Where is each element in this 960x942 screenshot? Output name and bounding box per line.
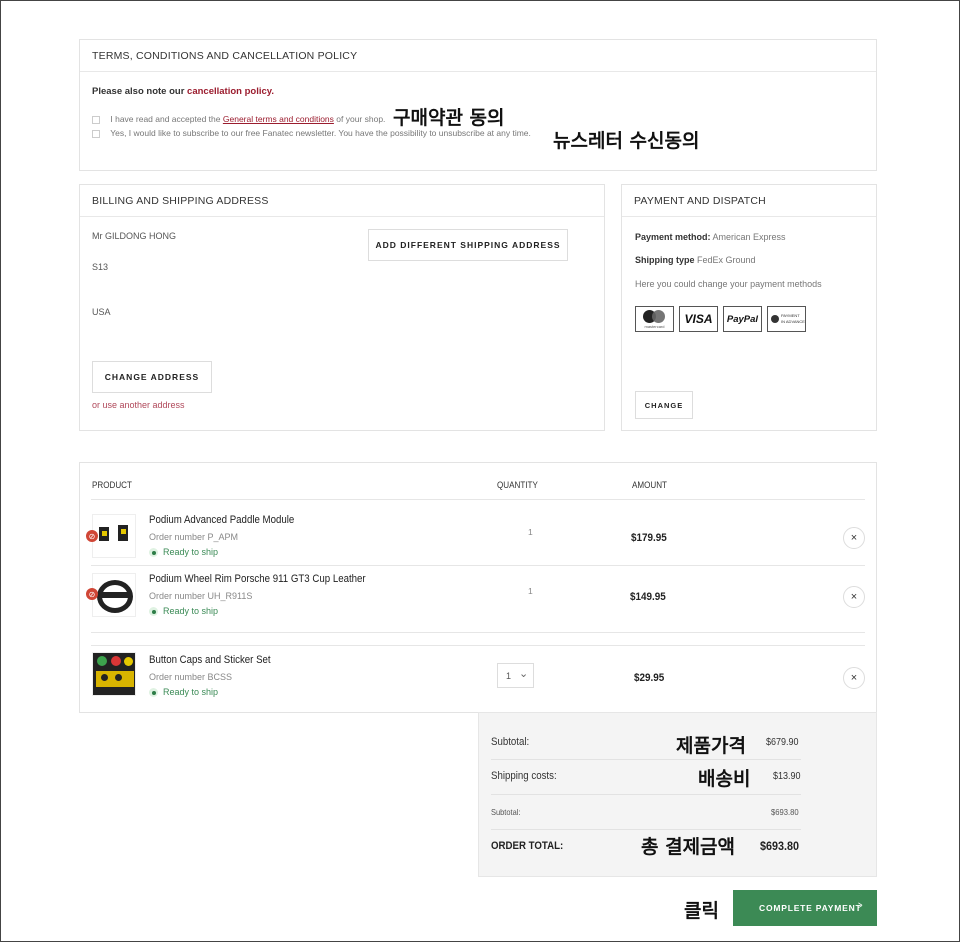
product-order-number: Order number BCSS bbox=[149, 672, 233, 682]
row-divider bbox=[91, 645, 865, 646]
ready-status-icon bbox=[149, 548, 158, 558]
product-thumbnail-wheel[interactable] bbox=[92, 573, 136, 617]
subtotal2-value: $693.80 bbox=[771, 807, 799, 817]
quantity-select-value: 1 bbox=[506, 671, 512, 681]
remove-item-button[interactable]: × bbox=[843, 586, 865, 608]
order-total-label: ORDER TOTAL: bbox=[491, 840, 564, 852]
billing-country: USA bbox=[92, 307, 111, 317]
complete-payment-label: COMPLETE PAYMENT bbox=[759, 903, 862, 913]
product-status: Ready to ship bbox=[149, 606, 219, 617]
advance-logo-line1: PAYMENT bbox=[781, 313, 800, 318]
col-quantity-header: QUANTITY bbox=[497, 480, 538, 491]
row-divider bbox=[91, 565, 865, 566]
product-amount: $149.95 bbox=[630, 591, 666, 603]
product-order-number: Order number P_APM bbox=[149, 532, 239, 542]
product-order-number: Order number UH_R911S bbox=[149, 591, 253, 601]
annotation-click: 클릭 bbox=[684, 900, 719, 922]
billing-panel: BILLING AND SHIPPING ADDRESS Mr GILDONG … bbox=[79, 184, 605, 431]
order-total-value: $693.80 bbox=[760, 839, 800, 853]
product-name[interactable]: Podium Wheel Rim Porsche 911 GT3 Cup Lea… bbox=[149, 573, 366, 585]
terms-note: Please also note our bbox=[92, 86, 185, 97]
summary-divider bbox=[491, 794, 801, 795]
product-name[interactable]: Button Caps and Sticker Set bbox=[149, 654, 271, 666]
mastercard-logo: mastercard bbox=[635, 306, 674, 332]
terms-checkbox[interactable] bbox=[92, 115, 100, 124]
product-quantity: 1 bbox=[528, 586, 533, 596]
annotation-product-price: 제품가격 bbox=[676, 735, 746, 757]
ready-status-icon bbox=[149, 688, 158, 698]
shipping-type-value: FedEx Ground bbox=[697, 255, 756, 265]
product-status: Ready to ship bbox=[149, 687, 219, 698]
product-thumbnail-paddle[interactable] bbox=[92, 514, 136, 558]
remove-item-button[interactable]: × bbox=[843, 667, 865, 689]
product-status-text: Ready to ship bbox=[163, 687, 219, 697]
product-status-text: Ready to ship bbox=[163, 547, 219, 557]
payment-hint: Here you could change your payment metho… bbox=[635, 279, 822, 289]
cancellation-policy-link[interactable]: cancellation policy. bbox=[187, 86, 274, 97]
summary-divider bbox=[491, 829, 801, 830]
ready-status-icon bbox=[149, 607, 158, 617]
product-thumbnail-caps[interactable] bbox=[92, 652, 136, 696]
change-payment-button[interactable]: CHANGE bbox=[635, 391, 693, 419]
terms-check-text-post: of your shop. bbox=[336, 114, 386, 124]
row-divider bbox=[91, 632, 865, 633]
add-shipping-address-button[interactable]: ADD DIFFERENT SHIPPING ADDRESS bbox=[368, 229, 568, 261]
annotation-terms-agree: 구매약관 동의 bbox=[393, 107, 505, 129]
paypal-logo: PayPal bbox=[723, 306, 762, 332]
product-amount: $29.95 bbox=[634, 672, 665, 684]
product-status-text: Ready to ship bbox=[163, 606, 219, 616]
product-amount: $179.95 bbox=[631, 532, 667, 544]
product-status: Ready to ship bbox=[149, 547, 219, 558]
payment-in-advance-logo: PAYMENT IN ADVANCE bbox=[767, 306, 806, 332]
use-another-address-link[interactable]: or use another address bbox=[92, 400, 185, 410]
terms-check-text-pre: I have read and accepted the bbox=[110, 114, 221, 124]
annotation-newsletter: 뉴스레터 수신동의 bbox=[553, 130, 700, 152]
payment-heading: PAYMENT AND DISPATCH bbox=[622, 185, 876, 217]
summary-divider bbox=[491, 759, 801, 760]
subtotal-value: $679.90 bbox=[766, 737, 799, 748]
subtotal-label: Subtotal: bbox=[491, 736, 530, 748]
chevron-right-icon: > bbox=[857, 900, 863, 912]
remove-badge-icon: ⊘ bbox=[86, 530, 98, 542]
col-amount-header: AMOUNT bbox=[632, 480, 667, 491]
shipping-type-label: Shipping type bbox=[635, 255, 695, 265]
subtotal2-label: Subtotal: bbox=[491, 807, 521, 817]
complete-payment-button[interactable]: COMPLETE PAYMENT > bbox=[733, 890, 877, 926]
quantity-select[interactable]: 1 ⌄ bbox=[497, 663, 534, 688]
newsletter-checkbox[interactable] bbox=[92, 129, 100, 138]
product-quantity: 1 bbox=[528, 527, 533, 537]
annotation-shipping-fee: 배송비 bbox=[698, 768, 751, 790]
payment-panel: PAYMENT AND DISPATCH Payment method: Ame… bbox=[621, 184, 877, 431]
shipping-costs-value: $13.90 bbox=[773, 771, 801, 782]
annotation-total-payment: 총 결제금액 bbox=[641, 836, 736, 858]
mastercard-caption: mastercard bbox=[644, 324, 665, 329]
visa-logo: VISA bbox=[679, 306, 718, 332]
remove-item-button[interactable]: × bbox=[843, 527, 865, 549]
col-product-header: PRODUCT bbox=[92, 480, 132, 491]
payment-method-value: American Express bbox=[712, 232, 786, 242]
payment-method-label: Payment method: bbox=[635, 232, 711, 242]
chevron-down-icon: ⌄ bbox=[519, 668, 529, 680]
header-divider bbox=[91, 499, 865, 500]
terms-heading: TERMS, CONDITIONS AND CANCELLATION POLIC… bbox=[80, 40, 876, 72]
shipping-costs-label: Shipping costs: bbox=[491, 770, 557, 782]
billing-line2: S13 bbox=[92, 262, 109, 272]
change-address-button[interactable]: CHANGE ADDRESS bbox=[92, 361, 212, 393]
remove-badge-icon: ⊘ bbox=[86, 588, 98, 600]
billing-name: Mr GILDONG HONG bbox=[92, 231, 177, 241]
advance-logo-line2: IN ADVANCE bbox=[781, 319, 805, 324]
product-name[interactable]: Podium Advanced Paddle Module bbox=[149, 514, 294, 526]
billing-heading: BILLING AND SHIPPING ADDRESS bbox=[80, 185, 604, 217]
general-terms-link[interactable]: General terms and conditions bbox=[223, 114, 334, 124]
